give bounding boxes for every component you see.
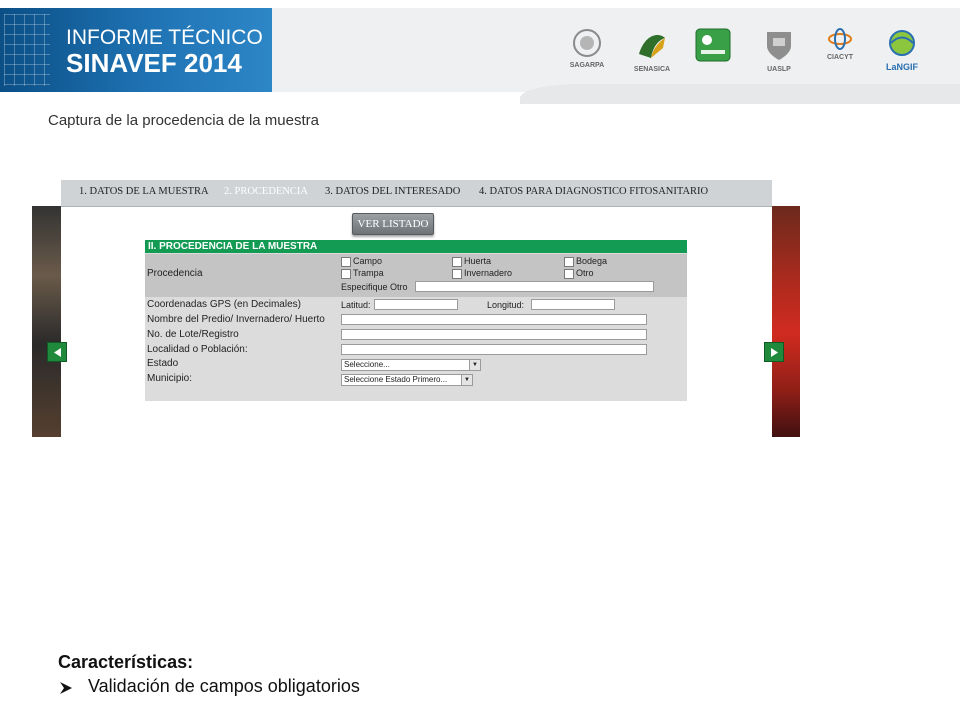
longitud-label: Longitud:	[487, 300, 525, 310]
langif-logo: LaNGIF	[877, 28, 927, 72]
procedencia-form: II. PROCEDENCIA DE LA MUESTRA Procedenci…	[145, 240, 687, 401]
globe-icon	[889, 30, 915, 56]
especifique-label: Especifique Otro	[341, 282, 408, 292]
section-title: II. PROCEDENCIA DE LA MUESTRA	[145, 240, 687, 253]
senasica-logo: SENASICA	[629, 28, 675, 73]
municipio-select[interactable]: Seleccione Estado Primero... ▼	[341, 374, 473, 386]
sagarpa-logo: SAGARPA	[555, 28, 619, 69]
badge-title: INFORME TÉCNICO	[66, 26, 263, 49]
arrow-right-icon	[771, 348, 778, 357]
chevron-down-icon: ▼	[461, 375, 472, 385]
report-badge: INFORME TÉCNICO SINAVEF 2014	[0, 8, 272, 92]
uaslp-logo: UASLP	[751, 28, 807, 73]
form-window: 1. DATOS DE LA MUESTRA 2. PROCEDENCIA 3.…	[61, 180, 772, 437]
logo-caption: UASLP	[767, 66, 791, 73]
sinavef-icon	[695, 28, 731, 62]
badge-pattern	[4, 14, 50, 86]
slide-title: Captura de la procedencia de la muestra	[48, 112, 319, 129]
features-title: Características:	[58, 652, 194, 672]
checkbox-label: Trampa	[353, 268, 384, 278]
checkbox-trampa[interactable]	[341, 269, 351, 279]
feature-item: Validación de campos obligatorios	[88, 676, 360, 696]
tab-datos-interesado[interactable]: 3. DATOS DEL INTERESADO	[325, 186, 460, 197]
logo-caption: LaNGIF	[885, 62, 918, 72]
tab-procedencia[interactable]: 2. PROCEDENCIA	[224, 186, 308, 197]
localidad-label: Localidad o Población:	[147, 344, 248, 355]
checkbox-label: Invernadero	[464, 268, 513, 278]
header-banner: INFORME TÉCNICO SINAVEF 2014 SAGARPA SEN…	[0, 0, 960, 104]
ciacyt-logo: CIACYT	[817, 28, 863, 61]
predio-input[interactable]	[341, 314, 647, 325]
checkbox-otro[interactable]	[564, 269, 574, 279]
estado-select-value: Seleccione...	[344, 360, 390, 369]
arrow-left-icon	[54, 348, 61, 357]
procedencia-label: Procedencia	[147, 268, 203, 279]
bird-icon	[639, 35, 665, 58]
ver-listado-button[interactable]: VER LISTADO	[352, 213, 434, 235]
chevron-down-icon: ▼	[469, 360, 480, 370]
partner-logos: SAGARPA SENASICA UASLP CIACYT LaNGIF	[555, 28, 945, 90]
checkbox-huerta[interactable]	[452, 257, 462, 267]
logo-caption: SAGARPA	[569, 62, 605, 69]
arrow-bullet-icon	[60, 682, 72, 694]
procedencia-group: Procedencia Campo Huerta Bodega Trampa I…	[145, 254, 687, 297]
logo-caption: SENASICA	[633, 66, 671, 73]
badge-subtitle: SINAVEF 2014	[66, 48, 242, 78]
lote-input[interactable]	[341, 329, 647, 340]
tab-diagnostico-fitosanitario[interactable]: 4. DATOS PARA DIAGNOSTICO FITOSANITARIO	[479, 186, 708, 197]
longitud-input[interactable]	[531, 299, 615, 310]
estado-label: Estado	[147, 358, 179, 369]
lote-label: No. de Lote/Registro	[147, 329, 239, 340]
especifique-otro-input[interactable]	[415, 281, 654, 292]
previous-arrow-button[interactable]	[47, 342, 67, 362]
sinavef-logo	[693, 28, 733, 64]
checkbox-label: Campo	[353, 256, 383, 266]
app-screenshot: 1. DATOS DE LA MUESTRA 2. PROCEDENCIA 3.…	[32, 180, 800, 437]
background-photo-right	[771, 206, 800, 437]
checkbox-label: Otro	[576, 268, 594, 278]
checkbox-bodega[interactable]	[564, 257, 574, 267]
estado-select[interactable]: Seleccione... ▼	[341, 359, 481, 371]
predio-label: Nombre del Predio/ Invernadero/ Huerto	[147, 314, 325, 325]
municipio-label: Municipio:	[147, 373, 193, 384]
gps-label: Coordenadas GPS (en Decimales)	[147, 299, 301, 310]
seal-icon	[573, 29, 601, 57]
tab-datos-muestra[interactable]: 1. DATOS DE LA MUESTRA	[79, 186, 209, 197]
atom-icon	[828, 28, 852, 50]
next-arrow-button[interactable]	[764, 342, 784, 362]
checkbox-campo[interactable]	[341, 257, 351, 267]
logo-caption: CIACYT	[826, 54, 854, 61]
step-tabs: 1. DATOS DE LA MUESTRA 2. PROCEDENCIA 3.…	[61, 180, 772, 207]
shield-icon	[767, 32, 791, 60]
latitud-input[interactable]	[374, 299, 458, 310]
checkbox-label: Bodega	[576, 256, 608, 266]
latitud-label: Latitud:	[341, 300, 371, 310]
localidad-input[interactable]	[341, 344, 647, 355]
municipio-select-value: Seleccione Estado Primero...	[344, 375, 448, 384]
checkbox-invernadero[interactable]	[452, 269, 462, 279]
checkbox-label: Huerta	[464, 256, 492, 266]
background-photo-left	[32, 206, 62, 437]
